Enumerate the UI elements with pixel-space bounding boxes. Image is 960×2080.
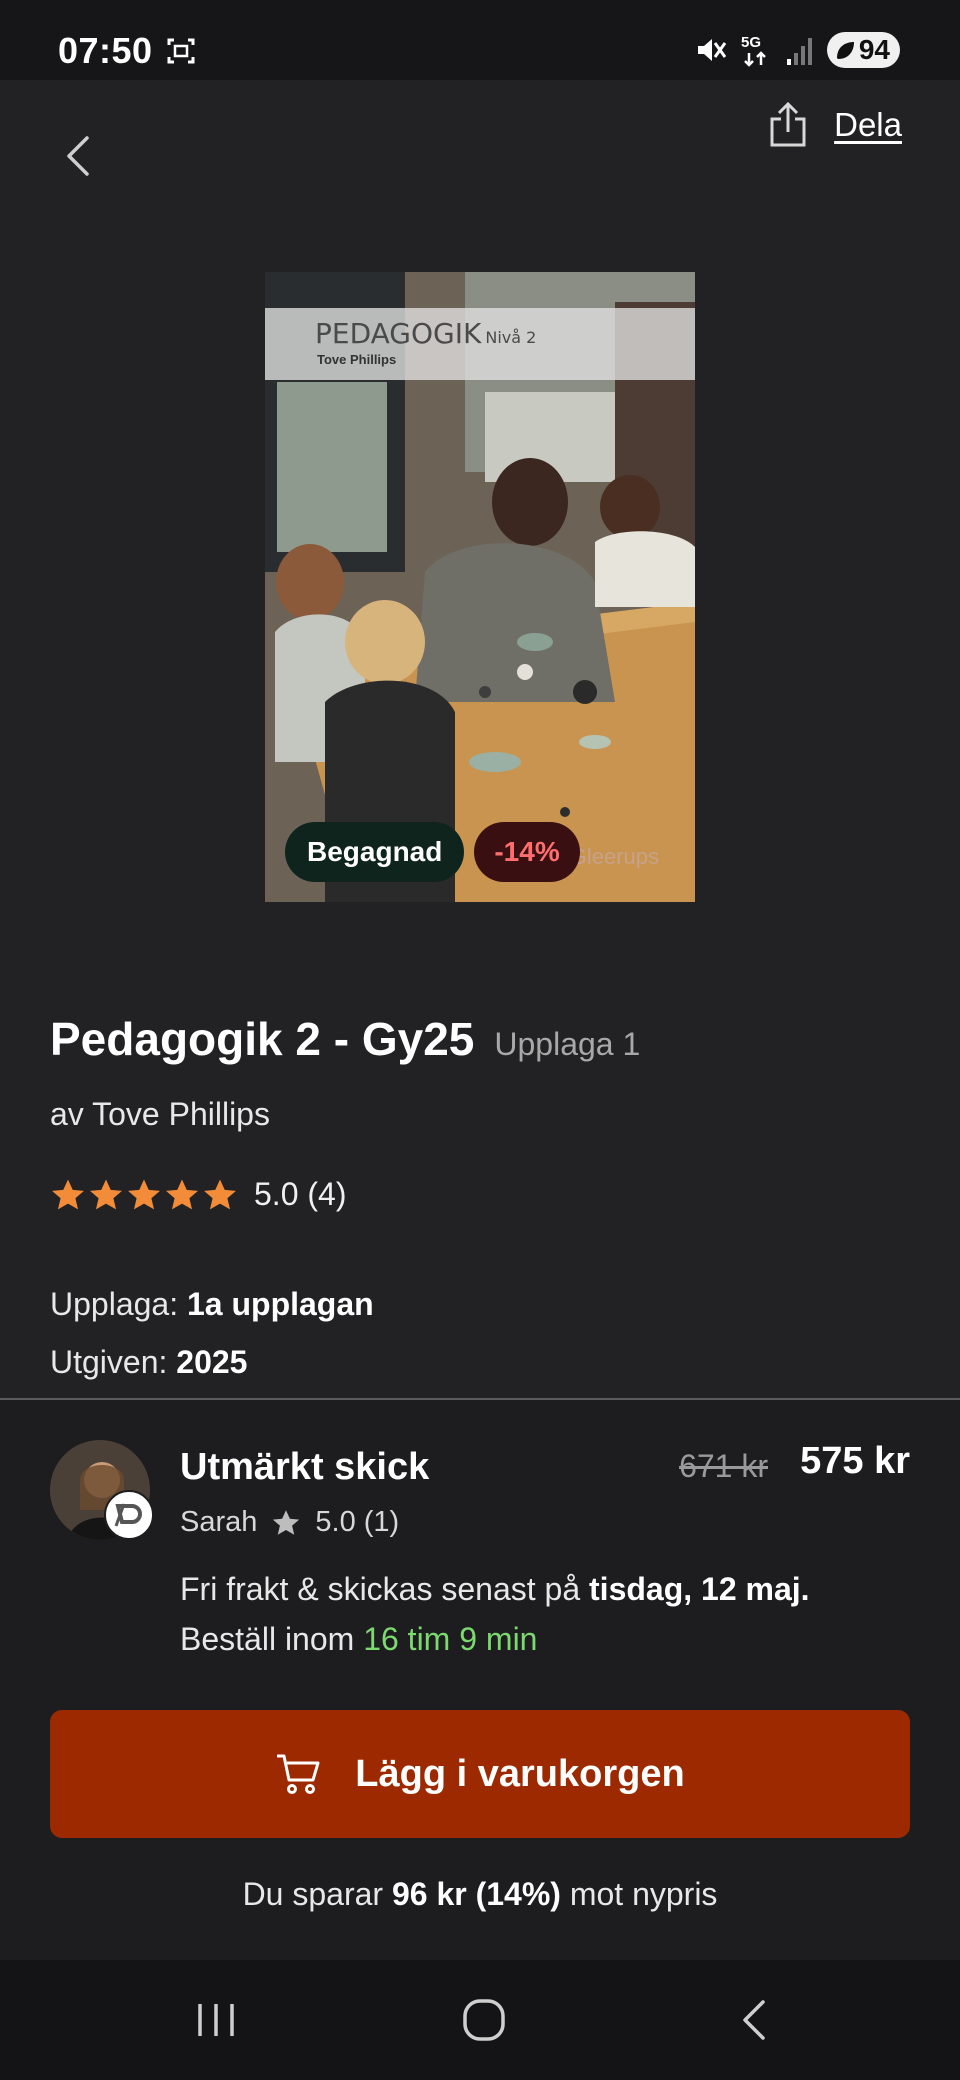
edition-value: 1a upplagan (186, 1286, 374, 1322)
savings-prefix: Du sparar (242, 1876, 384, 1912)
seller-name: Sarah (180, 1506, 258, 1538)
rating-stars (50, 1178, 238, 1212)
offer-price: 575 kr (800, 1440, 910, 1482)
recent-apps-icon (198, 2004, 234, 2036)
home-icon (463, 1999, 505, 2041)
mute-icon (697, 39, 727, 61)
star-icon (166, 1178, 198, 1209)
cover-badges: Begagnad -14% (285, 822, 580, 882)
order-within-text: Beställ inom (180, 1621, 355, 1657)
network-5g-icon: 5G (741, 34, 766, 67)
cover-author: Tove Phillips (317, 352, 397, 367)
book-cover-image[interactable]: PEDAGOGIK Nivå 2 Tove Phillips Gleerups B… (265, 272, 695, 902)
seller-info[interactable]: Sarah 5.0 (1) (180, 1506, 399, 1539)
system-back-button[interactable] (714, 1990, 794, 2050)
seller-rating: 5.0 (1) (315, 1506, 400, 1538)
product-author: av Tove Phillips (50, 1096, 270, 1132)
edition-label: Upplaga: (50, 1286, 179, 1322)
home-button[interactable] (444, 1990, 524, 2050)
share-icon (770, 102, 806, 147)
order-countdown: 16 tim 9 min (363, 1621, 538, 1657)
shipping-date: tisdag, 12 maj. (589, 1571, 810, 1607)
shipping-text: Fri frakt & skickas senast på (180, 1571, 581, 1607)
rating-text: 5.0 (4) (254, 1176, 347, 1212)
edition-tag: Upplaga 1 (494, 1026, 641, 1062)
signal-icon (786, 38, 812, 65)
savings-suffix: mot nypris (569, 1876, 718, 1912)
offer-panel: Utmärkt skick Sarah 5.0 (1) 671 kr 575 k… (0, 1400, 960, 1960)
status-time: 07:50 (58, 30, 153, 71)
battery-saver-icon (836, 42, 854, 59)
back-arrow-icon (67, 136, 89, 176)
share-label: Dela (834, 106, 902, 143)
edition-info: Upplaga: 1a upplagan (50, 1286, 374, 1323)
star-icon (128, 1178, 160, 1209)
cover-title: PEDAGOGIK Nivå 2 (315, 317, 537, 350)
status-bar: 07:50 5G 94 (0, 0, 960, 80)
star-icon (204, 1178, 236, 1209)
published-label: Utgiven: (50, 1344, 168, 1380)
svg-text:5G: 5G (741, 34, 761, 51)
seller-verified-badge (104, 1490, 154, 1540)
recent-apps-button[interactable] (176, 1990, 256, 2050)
star-icon (90, 1178, 122, 1209)
product-rating[interactable]: 5.0 (4) (50, 1176, 346, 1213)
savings-amount: 96 kr (14%) (391, 1876, 561, 1912)
shipping-info: Fri frakt & skickas senast på tisdag, 12… (180, 1564, 810, 1664)
savings-info: Du sparar 96 kr (14%) mot nypris (0, 1876, 960, 1913)
published-value: 2025 (176, 1344, 248, 1380)
add-to-cart-button[interactable]: Lägg i varukorgen (50, 1710, 910, 1838)
system-navigation-bar (0, 1960, 960, 2080)
seller-star-icon (273, 1509, 300, 1535)
cart-icon (277, 1754, 320, 1794)
battery-level: 94 (858, 34, 890, 65)
battery-indicator: 94 (826, 32, 900, 68)
product-header: Dela (0, 80, 960, 220)
offer-condition: Utmärkt skick (180, 1446, 430, 1488)
condition-badge: Begagnad (285, 822, 465, 882)
add-to-cart-label: Lägg i varukorgen (355, 1752, 685, 1795)
store-badge-icon (114, 1503, 142, 1527)
original-price: 671 kr (679, 1448, 768, 1484)
cover-publisher-logo: Gleerups (569, 844, 659, 869)
discount-badge: -14% (474, 822, 580, 882)
screenshot-icon (167, 38, 195, 64)
back-icon (743, 2000, 765, 2040)
product-details: PEDAGOGIK Nivå 2 Tove Phillips Gleerups B… (0, 220, 960, 1400)
share-button[interactable]: Dela (768, 102, 902, 148)
product-title-row: Pedagogik 2 - Gy25 Upplaga 1 (50, 1012, 640, 1066)
product-title: Pedagogik 2 - Gy25 (50, 1013, 475, 1065)
status-right-icons: 5G 94 (693, 30, 900, 70)
published-info: Utgiven: 2025 (50, 1344, 247, 1381)
star-icon (52, 1178, 84, 1209)
back-button[interactable] (56, 128, 100, 184)
